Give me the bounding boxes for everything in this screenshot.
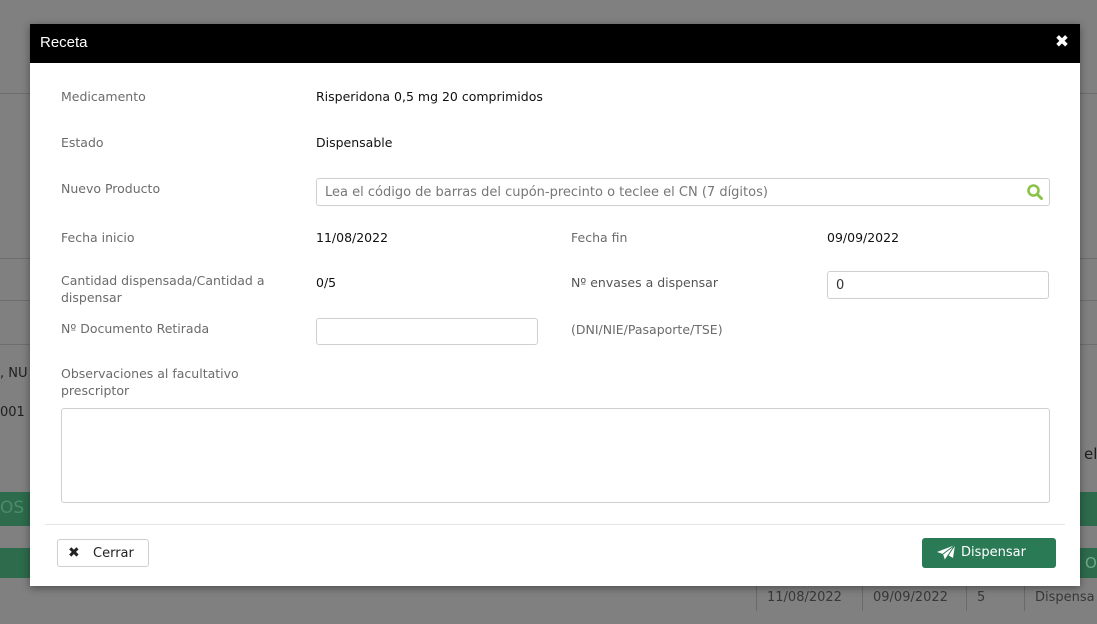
cerrar-button[interactable]: ✖ Cerrar (57, 539, 149, 567)
background-table-cell: 5 (966, 585, 985, 611)
nuevo-producto-input[interactable] (316, 178, 1050, 206)
cantidad-value: 0/5 (316, 275, 337, 290)
search-icon[interactable] (1026, 183, 1044, 201)
documento-label: Nº Documento Retirada (61, 321, 210, 336)
background-table-cell: Dispensa (1024, 585, 1095, 611)
medicamento-label: Medicamento (61, 89, 146, 104)
cantidad-label: Cantidad dispensada/Cantidad a dispensar (61, 273, 265, 305)
cerrar-button-label: Cerrar (93, 546, 134, 561)
footer-divider (45, 524, 1065, 525)
documento-input[interactable] (316, 318, 538, 345)
paper-plane-icon (937, 544, 956, 561)
background-text: , NU (0, 366, 28, 381)
dispensar-button[interactable]: Dispensar (922, 538, 1056, 568)
modal-header: Receta ✖ (30, 24, 1080, 63)
dispensar-button-label: Dispensar (961, 545, 1026, 560)
background-band-text: O (1085, 554, 1097, 572)
background-table-cell: 09/09/2022 (862, 585, 948, 611)
documento-hint: (DNI/NIE/Pasaporte/TSE) (571, 322, 723, 337)
nuevo-producto-label: Nuevo Producto (61, 181, 161, 196)
fecha-inicio-label: Fecha inicio (61, 230, 135, 245)
fecha-fin-label: Fecha fin (571, 230, 628, 245)
medicamento-value: Risperidona 0,5 mg 20 comprimidos (316, 89, 543, 104)
fecha-inicio-value: 11/08/2022 (316, 230, 389, 245)
receta-modal: Receta ✖ Medicamento Risperidona 0,5 mg … (30, 24, 1080, 586)
estado-label: Estado (61, 135, 104, 150)
modal-title: Receta (40, 34, 88, 51)
observaciones-label: Observaciones al facultativo prescriptor (61, 366, 239, 398)
observaciones-textarea[interactable] (61, 408, 1050, 503)
background-table-cell: 11/08/2022 (756, 585, 842, 611)
envases-input[interactable] (827, 271, 1049, 299)
background-text: el (1084, 445, 1097, 463)
estado-value: Dispensable (316, 135, 393, 150)
background-text: 001 (0, 405, 25, 420)
envases-label: Nº envases a dispensar (571, 275, 718, 290)
nuevo-producto-search (316, 178, 1050, 206)
close-icon[interactable]: ✖ (1052, 32, 1072, 52)
background-band-text: OS (0, 498, 25, 518)
fecha-fin-value: 09/09/2022 (827, 230, 900, 245)
close-icon: ✖ (68, 545, 80, 561)
